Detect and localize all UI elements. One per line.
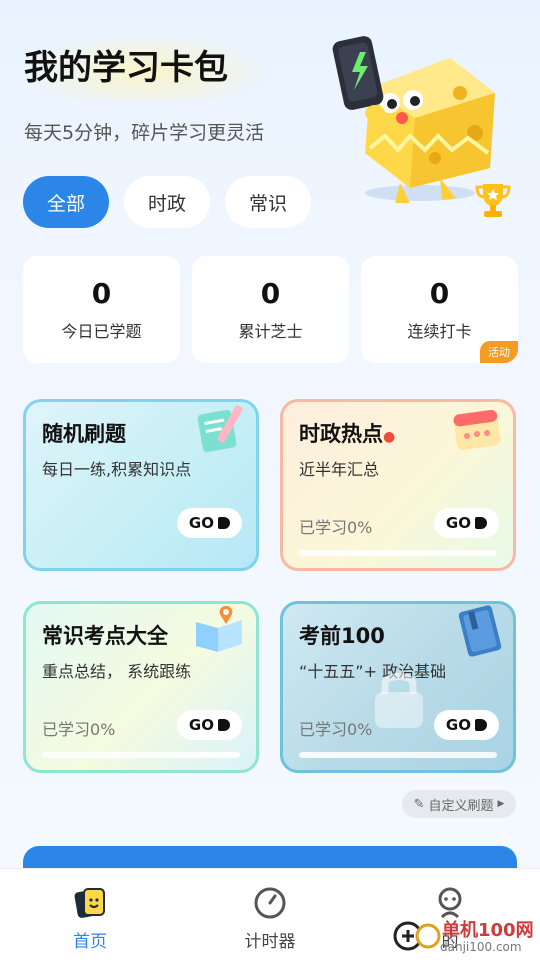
card-current-affairs[interactable]: 时政热点● 近半年汇总 已学习0% GO [280, 399, 516, 571]
blue-book-icon [458, 605, 502, 657]
card-final-100[interactable]: 考前100 “十五五”+ 政治基础 已学习0% GO [280, 601, 516, 773]
progress-bar [299, 752, 497, 758]
site-watermark: 单机100网 danji100.com [392, 914, 540, 960]
custom-practice-label: 自定义刷题 [428, 798, 494, 814]
go-button[interactable]: GO [433, 710, 499, 740]
go-button[interactable]: GO [176, 508, 242, 538]
card-progress: 已学习0% [42, 720, 116, 739]
stat-label: 今日已学题 [61, 322, 142, 341]
map-book-icon [196, 606, 242, 652]
go-button[interactable]: GO [433, 508, 499, 538]
triangle-right-icon: ▶ [497, 799, 505, 809]
activity-badge: 活动 [480, 341, 518, 363]
stat-value: 0 [260, 277, 281, 310]
card-progress: 已学习0% [299, 518, 373, 537]
stats-row: 0 今日已学题 0 累计芝士 0 连续打卡 活动 [23, 256, 518, 363]
tab-all[interactable]: 全部 [23, 176, 110, 228]
progress-bar [299, 550, 497, 556]
play-icon [475, 517, 487, 529]
lock-icon [375, 673, 423, 728]
go-label: GO [188, 716, 214, 734]
go-label: GO [445, 716, 471, 734]
card-title: 时政热点● [299, 422, 396, 446]
watermark-logo-icon [393, 921, 441, 951]
stat-value: 0 [91, 277, 112, 310]
card-desc: 重点总结， 系统跟练 [42, 662, 192, 681]
stat-total-cheese[interactable]: 0 累计芝士 [192, 256, 349, 363]
custom-practice-button[interactable]: ✎ 自定义刷题 ▶ [402, 790, 516, 818]
pencil-note-icon [197, 405, 243, 453]
fire-icon: ● [383, 429, 396, 445]
tab-current-affairs[interactable]: 时政 [124, 176, 211, 228]
tab-general-knowledge[interactable]: 常识 [225, 176, 312, 228]
card-random-practice[interactable]: 随机刷题 每日一练,积累知识点 GO [23, 399, 259, 571]
tabbar-label: 首页 [73, 932, 107, 952]
tabbar-home[interactable]: 首页 [30, 885, 150, 952]
card-title: 常识考点大全 [42, 624, 168, 648]
card-desc: 近半年汇总 [299, 460, 380, 479]
play-icon [218, 719, 230, 731]
go-label: GO [445, 514, 471, 532]
stat-label: 累计芝士 [238, 322, 303, 341]
category-tabs: 全部 时政 常识 [23, 176, 312, 228]
card-face-icon [74, 888, 105, 918]
card-knowledge-points[interactable]: 常识考点大全 重点总结， 系统跟练 已学习0% GO [23, 601, 259, 773]
stat-value: 0 [429, 277, 450, 310]
play-icon [475, 719, 487, 731]
watermark-text: 单机100网 [442, 920, 534, 941]
progress-bar [42, 752, 240, 758]
tabbar-label: 计时器 [244, 932, 296, 952]
calendar-icon [453, 409, 501, 451]
play-icon [218, 517, 230, 529]
page-title: 我的学习卡包 [24, 48, 228, 88]
tabbar-timer[interactable]: 计时器 [210, 885, 330, 952]
card-progress: 已学习0% [299, 720, 373, 739]
watermark-sub: danji100.com [440, 940, 522, 954]
stat-today[interactable]: 0 今日已学题 [23, 256, 180, 363]
page-subtitle: 每天5分钟，碎片学习更灵活 [24, 122, 265, 144]
card-title: 考前100 [299, 624, 385, 648]
stat-streak[interactable]: 0 连续打卡 活动 [361, 256, 518, 363]
edit-icon: ✎ [413, 796, 425, 812]
timer-icon [254, 887, 286, 919]
card-title: 随机刷题 [42, 422, 126, 446]
trophy-icon[interactable] [474, 180, 512, 220]
go-label: GO [188, 514, 214, 532]
go-button[interactable]: GO [176, 710, 242, 740]
card-desc: 每日一练,积累知识点 [42, 460, 192, 479]
stat-label: 连续打卡 [407, 322, 472, 341]
